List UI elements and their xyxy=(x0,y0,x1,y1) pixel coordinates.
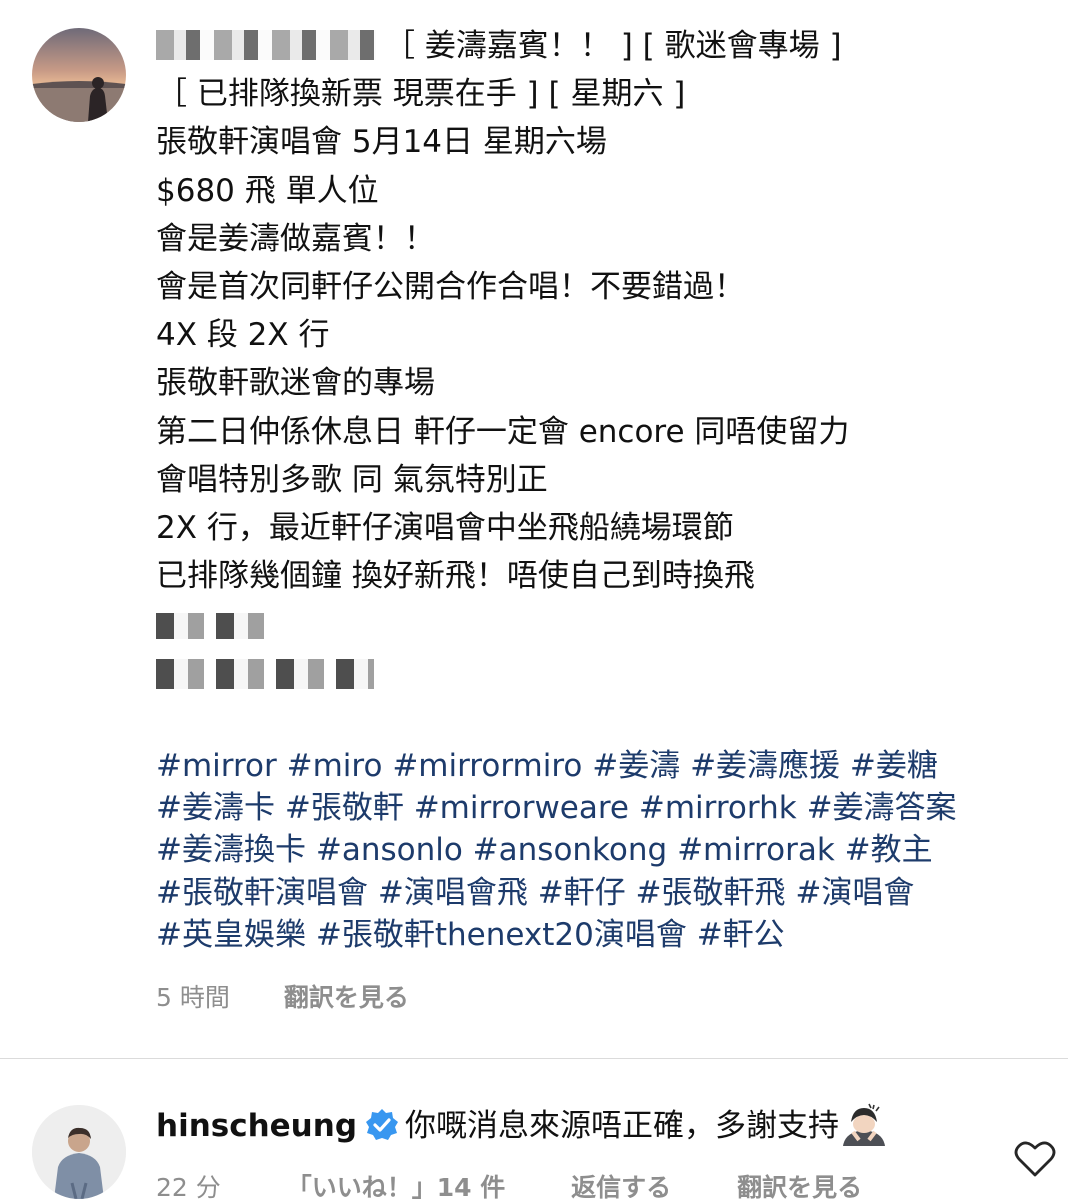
sunset-photo-icon xyxy=(32,28,126,122)
post-meta: 5 時間 翻訳を見る xyxy=(156,978,455,1014)
hashtag[interactable]: #姜濤 xyxy=(592,748,680,784)
hashtag[interactable]: #ansonlo xyxy=(316,832,463,868)
hashtag[interactable]: #ansonkong xyxy=(473,832,668,868)
caption-line: 張敬軒歌迷會的專場 xyxy=(156,365,435,402)
caption-line: 2X 行，最近軒仔演唱會中坐飛船繞場環節 xyxy=(156,509,734,546)
caption-line: $680 飛 單人位 xyxy=(156,172,379,209)
author-username-censored[interactable] xyxy=(156,30,376,60)
post-caption: ［ 姜濤嘉賓！！ ] [ 歌迷會專場 ] ［ 已排隊換新票 現票在手 ] [ 星… xyxy=(156,22,1056,697)
post-author-avatar[interactable] xyxy=(32,28,126,122)
hashtag[interactable]: #張敬軒飛 xyxy=(636,875,786,911)
hashtag[interactable]: #姜濤換卡 xyxy=(156,832,306,868)
caption-line: 會唱特別多歌 同 氣氛特別正 xyxy=(156,461,548,498)
caption-line: 張敬軒演唱會 5月14日 星期六場 xyxy=(156,124,607,161)
hashtag[interactable]: #軒仔 xyxy=(538,875,626,911)
caption-line: 已排隊幾個鐘 換好新飛！唔使自己到時換飛 xyxy=(156,558,755,595)
hashtag[interactable]: #姜濤卡 xyxy=(156,790,275,826)
reply-translate-button[interactable]: 翻訳を見る xyxy=(737,1173,862,1202)
hashtag[interactable]: #姜糖 xyxy=(850,748,938,784)
hashtag[interactable]: #姜濤應援 xyxy=(690,748,840,784)
hashtag[interactable]: #miro xyxy=(287,748,383,784)
hashtag[interactable]: #mirrorak xyxy=(677,832,835,868)
caption-line: 會是首次同軒仔公開合作合唱！不要錯過！ xyxy=(156,268,745,305)
heart-outline-icon[interactable] xyxy=(1014,1140,1056,1178)
hashtag[interactable]: #mirrorhk xyxy=(639,790,797,826)
reply-likes-count[interactable]: 「いいね！」14 件 xyxy=(287,1173,506,1202)
hashtag[interactable]: #英皇娛樂 xyxy=(156,917,306,953)
post-translate-button[interactable]: 翻訳を見る xyxy=(284,983,409,1012)
reply-button[interactable]: 返信する xyxy=(571,1173,671,1202)
verified-badge-icon xyxy=(366,1109,399,1140)
hashtag[interactable]: #教主 xyxy=(845,832,933,868)
post-timestamp: 5 時間 xyxy=(156,983,230,1012)
person-bowing-emoji-icon xyxy=(843,1103,886,1146)
hashtag[interactable]: #mirror xyxy=(156,748,277,784)
hashtag[interactable]: #軒公 xyxy=(697,917,785,953)
hashtag[interactable]: #張敬軒 xyxy=(285,790,404,826)
censored-contact-line xyxy=(156,648,1056,696)
reply-comment: hinscheung 你嘅消息來源唔正確，多謝支持 xyxy=(156,1100,889,1146)
caption-first-line: ［ 姜濤嘉賓！！ ] [ 歌迷會專場 ] xyxy=(156,22,1056,70)
caption-line: ［ 已排隊換新票 現票在手 ] [ 星期六 ] xyxy=(156,76,686,113)
caption-text: ［ 姜濤嘉賓！！ ] [ 歌迷會專場 ] xyxy=(384,28,842,64)
reply-meta: 22 分 「いいね！」14 件 返信する 翻訳を見る xyxy=(156,1168,920,1204)
caption-line: 會是姜濤做嘉賓！！ xyxy=(156,220,435,257)
reply-author-avatar[interactable] xyxy=(32,1105,126,1199)
hashtag[interactable]: #演唱會飛 xyxy=(378,875,528,911)
reply-timestamp: 22 分 xyxy=(156,1173,221,1202)
person-photo-icon xyxy=(32,1105,126,1199)
divider xyxy=(0,1058,1068,1059)
hashtag[interactable]: #mirrorweare xyxy=(414,790,629,826)
caption-line: 4X 段 2X 行 xyxy=(156,317,330,354)
reply-text: 你嘅消息來源唔正確，多謝支持 xyxy=(405,1108,840,1144)
hashtag[interactable]: #演唱會 xyxy=(795,875,914,911)
reply-username[interactable]: hinscheung xyxy=(156,1108,357,1144)
hashtag-list: #mirror #miro #mirrormiro #姜濤 #姜濤應援 #姜糖 … xyxy=(156,745,1061,956)
caption-line: 第二日仲係休息日 軒仔一定會 encore 同唔使留力 xyxy=(156,413,850,450)
hashtag[interactable]: #張敬軒演唱會 xyxy=(156,875,368,911)
hashtag[interactable]: #mirrormiro xyxy=(392,748,582,784)
censored-contact-line xyxy=(156,600,1056,648)
hashtag[interactable]: #姜濤答案 xyxy=(807,790,957,826)
hashtag[interactable]: #張敬軒thenext20演唱會 xyxy=(316,917,687,953)
